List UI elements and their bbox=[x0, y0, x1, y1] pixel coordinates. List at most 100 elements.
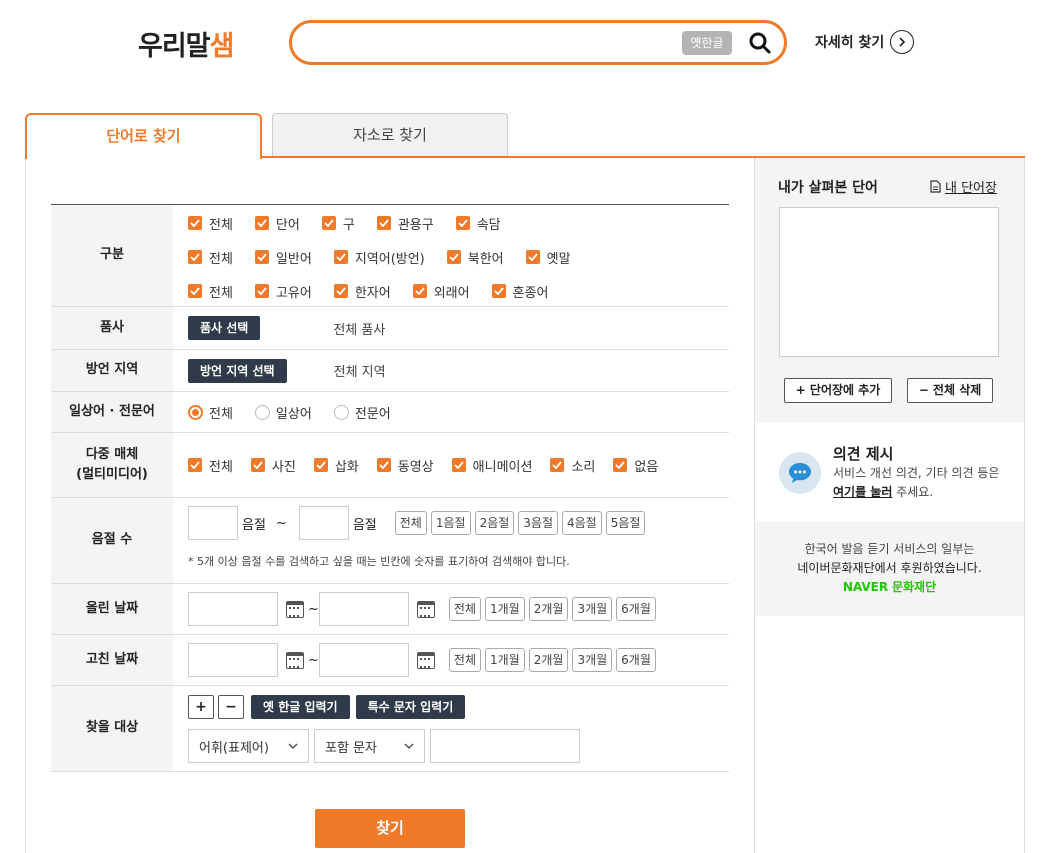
checkbox[interactable]: 전체 bbox=[188, 248, 233, 267]
match-type-select[interactable]: 포함 문자 bbox=[314, 729, 425, 763]
range-button[interactable]: 6개월 bbox=[616, 648, 656, 672]
range-button[interactable]: 3개월 bbox=[572, 597, 613, 621]
checkbox-label: 삽화 bbox=[334, 459, 359, 475]
site-logo[interactable]: 우리말샘 bbox=[138, 24, 234, 63]
dialect-value: 전체 지역 bbox=[333, 365, 386, 380]
pos-select-button[interactable]: 품사 선택 bbox=[188, 316, 261, 340]
checkbox-label: 전체 bbox=[209, 217, 233, 233]
add-to-wordbook-button[interactable]: + 단어장에 추가 bbox=[784, 378, 892, 403]
checkbox[interactable]: 관용구 bbox=[376, 214, 434, 233]
search-form: 구분 전체 단어 구 관용구 속담 전체 일반어 지역어(방언) 북한어 옛말 전체 고유어 한자어… bbox=[51, 204, 729, 772]
checkbox[interactable]: 옛말 bbox=[525, 248, 571, 267]
checkbox[interactable]: 소리 bbox=[550, 456, 595, 475]
range-button[interactable]: 4음절 bbox=[562, 511, 602, 535]
search-submit-button[interactable]: 찾기 bbox=[315, 809, 465, 848]
calendar-icon[interactable] bbox=[416, 651, 435, 669]
range-button[interactable]: 1개월 bbox=[485, 597, 525, 621]
checkbox[interactable]: 지역어(방언) bbox=[333, 248, 425, 267]
range-button[interactable]: 2개월 bbox=[528, 648, 569, 672]
range-button[interactable]: 2음절 bbox=[474, 511, 515, 535]
check-icon bbox=[188, 250, 202, 264]
foundation-logo-text: 문화재단 bbox=[891, 580, 937, 594]
naver-foundation-logo[interactable]: NAVER 문화재단 bbox=[755, 578, 1024, 597]
checkbox[interactable]: 단어 bbox=[254, 214, 300, 233]
modified-end-input[interactable] bbox=[318, 643, 409, 677]
range-button[interactable]: 2개월 bbox=[528, 597, 569, 621]
row-media: 다중 매체 (멀티미디어) 전체 사진 삽화 동영상 애니메이션 소리 없음 bbox=[51, 433, 729, 498]
target-text-input[interactable] bbox=[430, 729, 580, 763]
range-button[interactable]: 6개월 bbox=[616, 597, 656, 621]
sponsor-line: 네이버문화재단에서 후원하였습니다. bbox=[797, 561, 982, 575]
checkbox[interactable]: 구 bbox=[321, 214, 355, 233]
row-label: 올린 날짜 bbox=[51, 584, 173, 634]
checkbox-label: 속담 bbox=[476, 217, 501, 233]
range-button[interactable]: 3개월 bbox=[572, 648, 613, 672]
range-button[interactable]: 5음절 bbox=[605, 511, 646, 535]
search-icon[interactable] bbox=[748, 31, 772, 55]
syllable-min-input[interactable] bbox=[188, 506, 238, 540]
range-button[interactable]: 전체 bbox=[394, 511, 427, 535]
my-wordbook-link[interactable]: 내 단어장 bbox=[930, 177, 997, 196]
checkbox[interactable]: 삽화 bbox=[313, 456, 359, 475]
calendar-icon[interactable] bbox=[286, 651, 304, 669]
uploaded-end-input[interactable] bbox=[318, 592, 409, 626]
radio-technical[interactable]: 전문어 bbox=[333, 403, 391, 422]
row-label: 품사 bbox=[51, 307, 173, 349]
check-icon bbox=[188, 458, 202, 472]
opinion-link[interactable]: 여기를 눌러 bbox=[833, 485, 892, 499]
opinion-title: 의견 제시 bbox=[833, 445, 894, 463]
checkbox[interactable]: 한자어 bbox=[333, 282, 391, 301]
modified-start-input[interactable] bbox=[188, 643, 278, 677]
checkbox[interactable]: 일반어 bbox=[254, 248, 312, 267]
checkbox-label: 애니메이션 bbox=[472, 459, 533, 475]
radio-circle bbox=[188, 404, 203, 420]
range-button[interactable]: 1개월 bbox=[485, 648, 525, 672]
uploaded-start-input[interactable] bbox=[188, 592, 278, 626]
checkbox[interactable]: 전체 bbox=[188, 282, 233, 301]
checkbox-label: 사진 bbox=[271, 459, 296, 475]
range-button[interactable]: 전체 bbox=[448, 597, 481, 621]
add-row-button[interactable]: + bbox=[188, 695, 214, 719]
radio-daily[interactable]: 일상어 bbox=[254, 403, 312, 422]
checkbox[interactable]: 사진 bbox=[250, 456, 296, 475]
checkbox[interactable]: 애니메이션 bbox=[451, 456, 533, 475]
advanced-search-link[interactable]: 자세히 찾기 bbox=[815, 30, 915, 54]
dialect-select-button[interactable]: 방언 지역 선택 bbox=[188, 358, 287, 383]
tilde: ~ bbox=[308, 652, 319, 668]
range-button[interactable]: 3음절 bbox=[518, 511, 558, 535]
recent-words-list[interactable] bbox=[779, 207, 999, 357]
range-button[interactable]: 전체 bbox=[448, 648, 481, 672]
target-field-select[interactable]: 어휘(표제어) bbox=[188, 729, 309, 763]
checkbox[interactable]: 동영상 bbox=[376, 456, 434, 475]
checkbox[interactable]: 전체 bbox=[188, 214, 233, 233]
remove-row-button[interactable]: − bbox=[218, 695, 244, 719]
calendar-icon[interactable] bbox=[416, 600, 435, 618]
checkbox[interactable]: 혼종어 bbox=[491, 282, 548, 301]
checkbox[interactable]: 고유어 bbox=[254, 282, 312, 301]
old-hangul-button[interactable]: 옛한글 bbox=[682, 31, 732, 55]
tab-word-search[interactable]: 단어로 찾기 bbox=[25, 113, 262, 159]
check-icon bbox=[333, 284, 348, 298]
special-char-input-button[interactable]: 특수 문자 입력기 bbox=[355, 695, 466, 719]
check-icon bbox=[250, 458, 265, 472]
old-hangul-input-button[interactable]: 옛 한글 입력기 bbox=[251, 695, 350, 719]
checkbox-label: 지역어(방언) bbox=[354, 251, 425, 267]
row-label-line1: 다중 매체 bbox=[85, 446, 139, 462]
checkbox[interactable]: 속담 bbox=[455, 214, 501, 233]
checkbox[interactable]: 외래어 bbox=[412, 282, 470, 301]
checkbox[interactable]: 전체 bbox=[188, 456, 233, 475]
checkbox-label: 외래어 bbox=[433, 285, 470, 301]
checkbox[interactable]: 북한어 bbox=[446, 248, 504, 267]
search-input[interactable] bbox=[310, 32, 680, 54]
checkbox-label: 없음 bbox=[634, 459, 659, 475]
checkbox[interactable]: 없음 bbox=[613, 456, 658, 475]
delete-all-button[interactable]: − 전체 삭제 bbox=[907, 378, 993, 403]
tab-jaso-search[interactable]: 자소로 찾기 bbox=[272, 113, 508, 156]
row-category: 구분 전체 단어 구 관용구 속담 전체 일반어 지역어(방언) 북한어 옛말 전체 고유어 한자어… bbox=[51, 205, 729, 307]
row-label: 방언 지역 bbox=[51, 350, 173, 391]
radio-all[interactable]: 전체 bbox=[188, 403, 233, 422]
syllable-max-input[interactable] bbox=[298, 506, 349, 540]
checkbox-label: 관용구 bbox=[397, 217, 434, 233]
range-button[interactable]: 1음절 bbox=[430, 511, 471, 535]
calendar-icon[interactable] bbox=[286, 600, 304, 618]
